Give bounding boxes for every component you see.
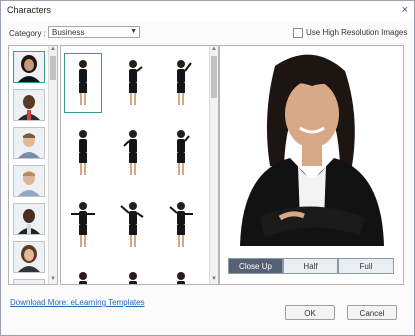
- chevron-down-icon: ▼: [130, 28, 137, 35]
- pose-12[interactable]: [163, 268, 199, 284]
- pose-9[interactable]: [163, 196, 199, 254]
- character-3-avatar: [14, 128, 44, 158]
- high-res-label: Use High Resolution Images: [306, 28, 408, 38]
- category-value: Business: [52, 28, 85, 37]
- close-icon[interactable]: ×: [402, 4, 408, 16]
- pose-10[interactable]: [65, 268, 101, 284]
- character-thumb-4[interactable]: [13, 165, 45, 197]
- character-list-scrollbar[interactable]: ▲ ▼: [48, 46, 57, 284]
- character-6-avatar: [14, 242, 44, 272]
- character-thumb-2[interactable]: [13, 89, 45, 121]
- category-select[interactable]: Business ▼: [48, 26, 140, 38]
- ok-button[interactable]: OK: [285, 305, 335, 320]
- pose-5[interactable]: [115, 124, 151, 182]
- category-label: Category :: [9, 29, 46, 38]
- character-thumb-3[interactable]: [13, 127, 45, 159]
- view-half-button[interactable]: Half: [283, 258, 338, 274]
- pose-2[interactable]: [115, 54, 151, 112]
- high-res-checkbox[interactable]: [293, 28, 303, 38]
- pose-4[interactable]: [65, 124, 101, 182]
- cancel-button[interactable]: Cancel: [347, 305, 397, 320]
- character-5-avatar: [14, 204, 44, 234]
- character-4-avatar: [14, 166, 44, 196]
- view-full-button[interactable]: Full: [338, 258, 394, 274]
- character-preview: [219, 45, 404, 285]
- character-list: ▲ ▼: [8, 45, 58, 285]
- pose-11[interactable]: [115, 268, 151, 284]
- characters-dialog: Characters × Category : Business ▼ Use H…: [0, 0, 415, 336]
- character-thumb-1[interactable]: [13, 51, 45, 83]
- character-thumb-6[interactable]: [13, 241, 45, 273]
- pose-8[interactable]: [115, 196, 151, 254]
- scrollbar-thumb[interactable]: [211, 56, 217, 98]
- pose-6[interactable]: [163, 124, 199, 182]
- scroll-up-icon[interactable]: ▲: [210, 46, 218, 54]
- pose-1[interactable]: [64, 53, 102, 113]
- dialog-title: Characters: [7, 5, 52, 15]
- pose-grid-scrollbar[interactable]: ▲ ▼: [209, 46, 218, 284]
- scroll-down-icon[interactable]: ▼: [49, 276, 57, 284]
- high-res-option[interactable]: Use High Resolution Images: [293, 28, 407, 38]
- preview-image: [220, 46, 403, 246]
- title-bar: Characters ×: [1, 1, 414, 21]
- download-more-link[interactable]: Download More: eLearning Templates: [10, 298, 145, 307]
- pose-3[interactable]: [163, 54, 199, 112]
- view-close-up-button[interactable]: Close Up: [228, 258, 283, 274]
- character-thumb-7[interactable]: [13, 279, 45, 284]
- character-2-avatar: [14, 90, 44, 120]
- character-1-avatar: [14, 52, 44, 82]
- pose-grid: ▲ ▼: [60, 45, 219, 285]
- scrollbar-thumb[interactable]: [50, 56, 56, 80]
- character-thumb-5[interactable]: [13, 203, 45, 235]
- scroll-down-icon[interactable]: ▼: [210, 276, 218, 284]
- scroll-up-icon[interactable]: ▲: [49, 46, 57, 54]
- pose-7[interactable]: [65, 196, 101, 254]
